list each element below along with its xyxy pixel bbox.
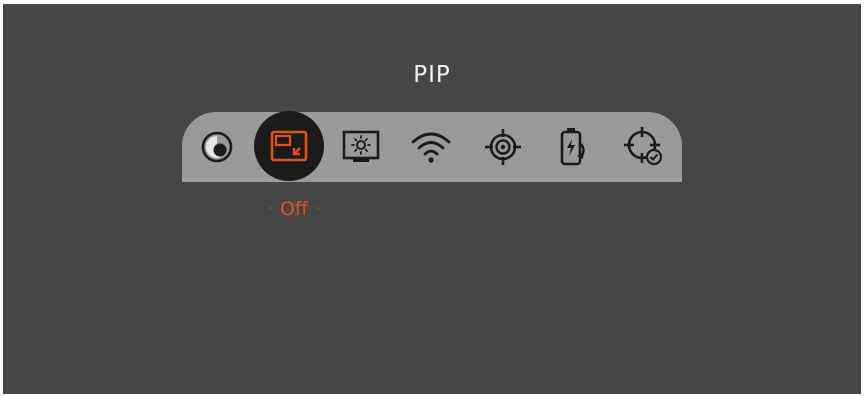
selected-value: Off: [279, 198, 309, 220]
menu-item-wifi[interactable]: [404, 112, 458, 182]
menu-item-battery[interactable]: [546, 112, 600, 182]
menu-item-color-mode[interactable]: [190, 112, 244, 182]
left-arrow-icon[interactable]: ‹: [268, 204, 272, 214]
menu-title: PIP: [413, 62, 451, 88]
battery-charging-icon: [560, 128, 585, 166]
reticle-icon: [485, 129, 521, 165]
menu-item-brightness[interactable]: [334, 112, 388, 182]
brightness-display-icon: [342, 130, 380, 162]
menu-item-reticle[interactable]: [476, 112, 530, 182]
wifi-icon: [411, 132, 451, 163]
reticle-check-icon: [624, 127, 663, 166]
value-selector[interactable]: ‹ Off ›: [254, 196, 334, 222]
menu-item-pip-selected[interactable]: [254, 111, 324, 181]
pip-icon: [270, 130, 308, 162]
menu-item-zeroing[interactable]: [618, 112, 672, 182]
right-arrow-icon[interactable]: ›: [316, 204, 320, 214]
color-mode-icon: [201, 131, 233, 163]
